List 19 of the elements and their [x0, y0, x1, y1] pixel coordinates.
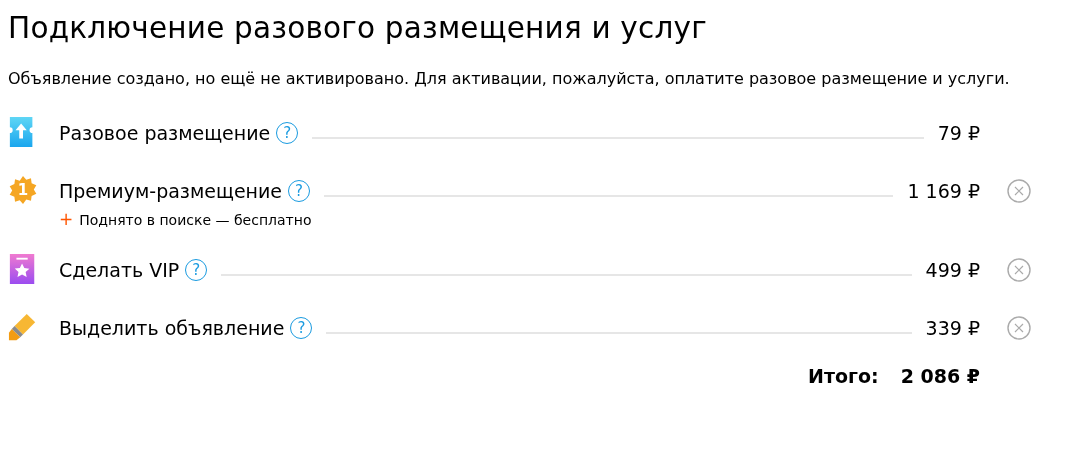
service-price: 1 169 ₽ [907, 180, 980, 202]
total-label: Итого: [808, 365, 879, 387]
service-name: Разовое размещение [59, 122, 271, 144]
notice-text: Объявление создано, но ещё не активировано. Для активации, пожалуйста, оплатите разовое размещение и услуги. [8, 68, 1011, 90]
service-price: 339 ₽ [925, 317, 980, 339]
service-name: Премиум-размещение [59, 180, 283, 202]
remove-icon[interactable] [1007, 316, 1031, 340]
service-name: Выделить объявление [59, 317, 285, 339]
remove-icon[interactable] [1007, 179, 1031, 203]
plus-icon: + [59, 209, 74, 229]
total-value: 2 086 ₽ [900, 365, 980, 387]
page-title: Подключение разового размещения и услуг [8, 10, 708, 47]
remove-icon[interactable] [1007, 258, 1031, 282]
marker-icon [8, 311, 38, 343]
service-name: Сделать VIP [59, 259, 180, 281]
perk-text: Поднято в поиске — бесплатно [79, 212, 312, 228]
star-badge-icon: 1 [8, 174, 38, 206]
service-price: 79 ₽ [937, 122, 980, 144]
service-price: 499 ₽ [925, 259, 980, 281]
